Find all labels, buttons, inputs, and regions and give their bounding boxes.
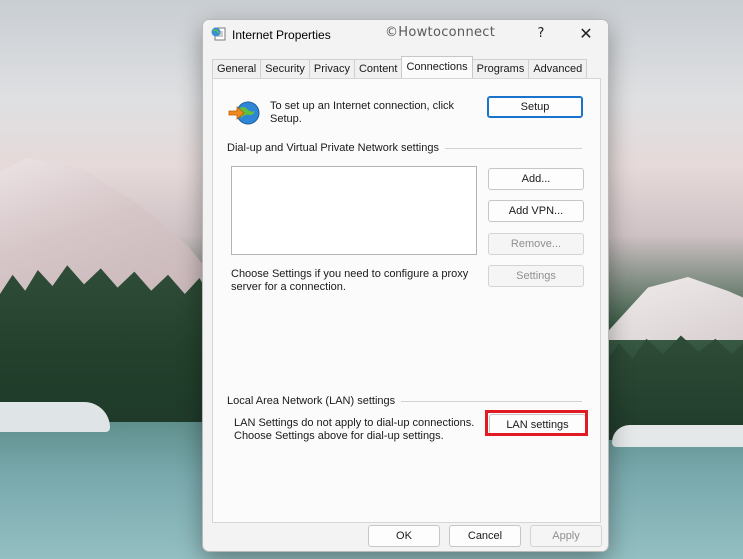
setup-button[interactable]: Setup: [487, 96, 583, 118]
wallpaper-sandbar-right: [612, 425, 743, 447]
dialog-title: Internet Properties: [232, 28, 331, 42]
add-vpn-button[interactable]: Add VPN...: [488, 200, 584, 222]
connections-panel: To set up an Internet connection, click …: [212, 78, 601, 523]
apply-button[interactable]: Apply: [530, 525, 602, 547]
tab-connections[interactable]: Connections: [401, 56, 473, 78]
close-button[interactable]: ✕: [566, 20, 606, 50]
help-button[interactable]: ?: [521, 20, 561, 50]
watermark-text: ©Howtoconnect: [385, 25, 496, 40]
wallpaper-forest-right: [605, 335, 743, 440]
tab-content[interactable]: Content: [353, 59, 403, 79]
tab-privacy[interactable]: Privacy: [308, 59, 355, 79]
title-bar[interactable]: Internet Properties ©Howtoconnect ? ✕: [203, 20, 608, 50]
internet-options-icon: [211, 26, 227, 42]
tab-security[interactable]: Security: [260, 59, 310, 79]
dialup-section-label: Dial-up and Virtual Private Network sett…: [227, 142, 445, 154]
tab-programs[interactable]: Programs: [471, 59, 530, 79]
remove-button[interactable]: Remove...: [488, 233, 584, 255]
setup-description: To set up an Internet connection, click …: [270, 100, 455, 125]
cancel-button[interactable]: Cancel: [449, 525, 521, 547]
lan-section-label: Local Area Network (LAN) settings: [227, 395, 402, 407]
wallpaper-sandbar-left: [0, 402, 110, 432]
lan-description: LAN Settings do not apply to dial-up con…: [234, 417, 475, 442]
add-button[interactable]: Add...: [488, 168, 584, 190]
tab-strip: General Security Privacy Content Connect…: [212, 56, 588, 79]
wallpaper-mountain-right: [600, 277, 743, 340]
lan-settings-highlight: [485, 410, 588, 436]
ok-button[interactable]: OK: [368, 525, 440, 547]
proxy-description: Choose Settings if you need to configure…: [231, 268, 469, 293]
connection-list[interactable]: [231, 166, 477, 255]
settings-button[interactable]: Settings: [488, 265, 584, 287]
tab-general[interactable]: General: [212, 59, 262, 79]
internet-properties-dialog: Internet Properties ©Howtoconnect ? ✕ Ge…: [202, 19, 609, 552]
globe-arrow-icon: [228, 100, 262, 126]
tab-advanced[interactable]: Advanced: [528, 59, 588, 79]
